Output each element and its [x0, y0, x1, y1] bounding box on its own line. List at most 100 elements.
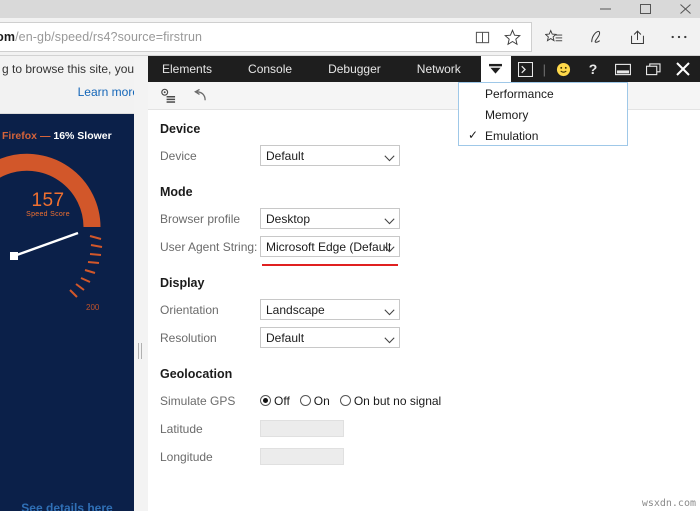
orientation-select[interactable]: Landscape [260, 299, 400, 320]
gps-option-on-no-signal-label: On but no signal [353, 393, 442, 408]
radio-dot-icon [260, 395, 271, 406]
hero-browser-name: Firefox [2, 130, 38, 142]
window-titlebar [0, 0, 700, 18]
section-geolocation-title: Geolocation [160, 367, 233, 381]
tab-debugger[interactable]: Debugger [310, 56, 399, 82]
row-orientation-label: Orientation [160, 302, 219, 317]
row-longitude: Longitude [160, 445, 700, 468]
longitude-input[interactable] [260, 448, 344, 465]
dock-bottom-icon[interactable] [608, 56, 638, 82]
row-device: Device Default [160, 144, 700, 167]
chevron-down-icon [384, 214, 395, 228]
screen-root: ft.com/en-gb/speed/rs4?source=firstrun [0, 0, 700, 511]
url-host: ft.com [0, 30, 16, 44]
radio-dot-icon [299, 395, 311, 406]
chevron-down-icon [384, 333, 395, 347]
console-drawer-icon[interactable] [511, 56, 541, 82]
menu-item-performance-label: Performance [485, 86, 554, 101]
reading-view-icon[interactable] [475, 30, 490, 45]
address-bar[interactable]: ft.com/en-gb/speed/rs4?source=firstrun [0, 22, 532, 52]
resolution-select[interactable]: Default [260, 327, 400, 348]
browser-profile-select-value: Desktop [266, 211, 311, 226]
user-agent-string-select[interactable]: Microsoft Edge (Default [260, 236, 400, 257]
row-orientation: Orientation Landscape [160, 298, 700, 321]
row-user-agent-label: User Agent String: [160, 239, 258, 254]
cookie-notice: g to browse this site, you Learn more [0, 56, 148, 114]
latitude-input[interactable] [260, 420, 344, 437]
radio-dot-icon [339, 395, 351, 406]
close-devtools-icon[interactable] [668, 56, 698, 82]
hero-headline: Firefox — 16% Slower [0, 130, 134, 142]
chevron-down-icon [384, 242, 395, 256]
menu-item-emulation[interactable]: ✓ Emulation [459, 125, 627, 146]
tab-elements[interactable]: Elements [148, 56, 230, 82]
section-display-title: Display [160, 276, 205, 290]
speed-score-value: 157 [31, 190, 65, 211]
panel-splitter[interactable] [134, 58, 148, 511]
close-button[interactable] [680, 4, 694, 14]
url-path: /en-gb/speed/rs4?source=firstrun [15, 30, 203, 44]
browser-chrome: ft.com/en-gb/speed/rs4?source=firstrun [0, 18, 700, 56]
resolution-select-value: Default [266, 330, 305, 345]
cookie-notice-text: g to browse this site, you [2, 62, 135, 76]
splitter-grip-icon [138, 343, 144, 359]
web-note-icon[interactable] [587, 29, 605, 46]
feedback-smiley-icon[interactable] [548, 56, 578, 82]
address-bar-url: ft.com/en-gb/speed/rs4?source=firstrun [0, 30, 202, 44]
hero-comparison-value: 16% Slower [53, 130, 112, 142]
more-tools-menu: Performance Memory ✓ Emulation [458, 82, 628, 146]
menu-item-memory[interactable]: Memory [459, 104, 627, 125]
device-select[interactable]: Default [260, 145, 400, 166]
devtools-actions: | ? [511, 56, 700, 82]
device-select-value: Default [266, 148, 305, 163]
action-separator: | [542, 61, 546, 77]
row-latitude: Latitude [160, 417, 700, 440]
favorite-star-icon[interactable] [504, 28, 521, 46]
row-browser-profile: Browser profile Desktop [160, 207, 700, 230]
chevron-down-icon [384, 305, 395, 319]
devtools-tabbar: Elements Console Debugger Network | ? [148, 56, 700, 82]
row-resolution: Resolution Default [160, 326, 700, 349]
hub-favorites-icon[interactable] [545, 28, 563, 46]
section-mode: Mode Browser profile Desktop User Agent … [160, 185, 700, 258]
maximize-button[interactable] [640, 4, 654, 14]
settings-config-icon[interactable] [160, 88, 176, 104]
tab-network[interactable]: Network [399, 56, 479, 82]
gps-radio-group: Off On On but no signal [260, 394, 441, 408]
share-icon[interactable] [629, 29, 646, 46]
gps-option-off[interactable]: Off [260, 394, 290, 408]
section-mode-title: Mode [160, 185, 193, 199]
row-simulate-gps-label: Simulate GPS [160, 393, 236, 408]
gps-option-on[interactable]: On [299, 394, 330, 408]
gauge-max-label: 200 [86, 303, 100, 312]
row-resolution-label: Resolution [160, 330, 217, 345]
undock-icon[interactable] [638, 56, 668, 82]
chevron-down-icon [384, 151, 395, 165]
window-controls [600, 0, 694, 18]
annotation-underline [262, 264, 398, 266]
speed-score-label: Speed Score [26, 211, 70, 218]
address-bar-icons [475, 28, 525, 46]
gps-option-on-no-signal[interactable]: On but no signal [339, 393, 442, 408]
minimize-button[interactable] [600, 4, 614, 14]
row-simulate-gps: Simulate GPS Off On On but no signal [160, 389, 700, 412]
row-browser-profile-label: Browser profile [160, 211, 241, 226]
cookie-learn-more-link[interactable]: Learn more [0, 85, 144, 99]
tab-console[interactable]: Console [230, 56, 310, 82]
browser-profile-select[interactable]: Desktop [260, 208, 400, 229]
row-latitude-label: Latitude [160, 421, 203, 436]
speed-gauge: 200 [0, 153, 103, 312]
more-icon[interactable] [670, 34, 688, 40]
browser-toolbar-icons [545, 22, 688, 52]
help-icon[interactable]: ? [578, 56, 608, 82]
web-page-content: g to browse this site, you Learn more Fi… [0, 56, 148, 511]
row-longitude-label: Longitude [160, 449, 213, 464]
check-icon: ✓ [468, 128, 479, 142]
orientation-select-value: Landscape [266, 302, 325, 317]
menu-item-performance[interactable]: Performance [459, 83, 627, 104]
more-tools-chevron-down-icon[interactable] [480, 56, 511, 82]
hero-separator: — [39, 130, 51, 142]
emulation-settings-body: Device Device Default Mode Browser profi… [148, 110, 700, 511]
see-details-link[interactable]: See details here [0, 501, 134, 511]
reset-icon[interactable] [192, 88, 208, 103]
